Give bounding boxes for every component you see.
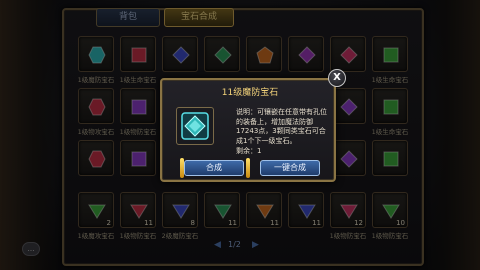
- one-key-compose-button[interactable]: 一键合成: [260, 160, 320, 176]
- game-scene: 背包 宝石合成 1级魔防宝石 1级生命宝石 1级生命宝石 1级物攻宝石 1级物防宝石 1级…: [0, 0, 480, 270]
- gem-compose-dialog: 11级魔防宝石 说明：可镶嵌在任意带有孔位的装备上，增加魔法防御17243点，3…: [160, 78, 336, 182]
- gem-icon-slot: [176, 107, 214, 145]
- remaining-count: 剩余：1: [236, 147, 262, 155]
- button-spark-right: [246, 158, 250, 178]
- gem-description: 说明：可镶嵌在任意带有孔位的装备上，增加魔法防御17243点，3颗同类宝石可合成…: [236, 108, 327, 145]
- compose-button[interactable]: 合成: [184, 160, 244, 176]
- gem-icon: [181, 112, 209, 140]
- close-button[interactable]: X: [328, 69, 346, 87]
- dialog-title: 11级魔防宝石: [221, 88, 279, 98]
